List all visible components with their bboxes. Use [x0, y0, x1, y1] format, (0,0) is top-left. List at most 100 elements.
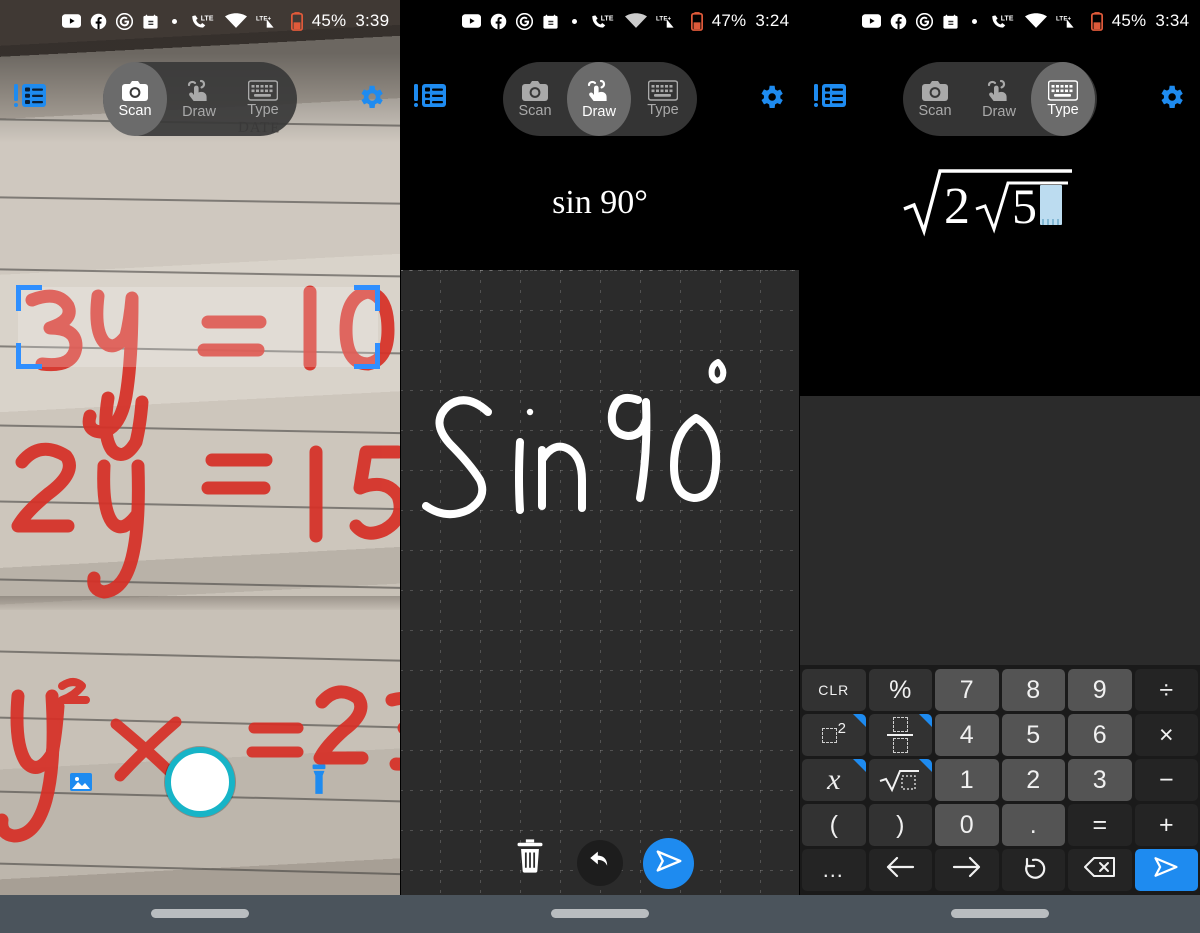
screenshot-root: DATE LTE LTE+ 45% 3:39 [0, 0, 1200, 933]
clear-key[interactable]: CLR [802, 669, 866, 711]
history-list-icon[interactable] [414, 80, 448, 112]
clock: 3:24 [755, 11, 790, 30]
gesture-pill-2[interactable] [551, 909, 649, 918]
scan-crop-frame[interactable] [16, 285, 380, 369]
multiply-key[interactable]: × [1134, 714, 1198, 756]
more-key[interactable]: … [802, 849, 866, 891]
square-root-key[interactable] [868, 759, 932, 801]
key-2[interactable]: 2 [1001, 759, 1065, 801]
mode-draw[interactable]: Draw [567, 62, 631, 136]
wifi-icon [224, 13, 247, 29]
mode-draw-label: Draw [982, 103, 1016, 120]
app-icon [942, 13, 959, 30]
cursor-left-key[interactable] [868, 849, 932, 891]
google-icon [515, 12, 533, 30]
trash-icon[interactable] [513, 838, 547, 875]
long-press-badge-icon [919, 759, 932, 772]
backspace-icon [1083, 856, 1116, 885]
keyboard-icon [1048, 80, 1078, 102]
mode-scan[interactable]: Scan [503, 62, 567, 136]
open-paren-key[interactable]: ( [802, 804, 866, 846]
mode-type[interactable]: Type [1031, 62, 1095, 136]
close-paren-key[interactable]: ) [868, 804, 932, 846]
gesture-pill-3[interactable] [951, 909, 1049, 918]
crop-corner-bottom-left[interactable] [16, 343, 42, 369]
minus-key[interactable]: − [1134, 759, 1198, 801]
key-9[interactable]: 9 [1068, 669, 1132, 711]
lte-call-icon: LTE [990, 13, 1016, 30]
mode-type[interactable]: Type [631, 62, 695, 136]
crop-corner-top-right[interactable] [354, 285, 380, 311]
hand-draw-icon [185, 79, 213, 103]
key-4[interactable]: 4 [935, 714, 999, 756]
app-icon [142, 13, 159, 30]
send-icon [654, 846, 684, 881]
key-0[interactable]: 0 [935, 804, 999, 846]
battery-icon [690, 11, 703, 31]
fraction-key[interactable] [868, 714, 932, 756]
key-5[interactable]: 5 [1001, 714, 1065, 756]
crop-corner-top-left[interactable] [16, 285, 42, 311]
svg-text:LTE+: LTE+ [656, 15, 672, 22]
battery-percent: 45% [311, 11, 347, 30]
mode-type-label: Type [247, 102, 279, 119]
undo-key[interactable] [1001, 849, 1065, 891]
typed-expression[interactable]: 2 5 [800, 136, 1200, 266]
wifi-icon [624, 13, 647, 29]
flashlight-icon[interactable] [308, 764, 330, 798]
mode-draw[interactable]: Draw [167, 62, 231, 136]
clock: 3:39 [355, 11, 390, 30]
key-3[interactable]: 3 [1068, 759, 1132, 801]
mode-draw[interactable]: Draw [967, 62, 1031, 136]
key-8[interactable]: 8 [1001, 669, 1065, 711]
percent-key[interactable]: % [868, 669, 932, 711]
submit-button[interactable] [643, 838, 694, 889]
keyboard-icon [248, 80, 278, 102]
camera-icon [521, 80, 549, 102]
plus-key[interactable]: + [1134, 804, 1198, 846]
variable-x-key[interactable]: x [802, 759, 866, 801]
mode-scan[interactable]: Scan [103, 62, 167, 136]
divide-key[interactable]: ÷ [1134, 669, 1198, 711]
backspace-key[interactable] [1068, 849, 1132, 891]
equals-key[interactable]: = [1068, 804, 1132, 846]
long-press-badge-icon [852, 714, 866, 727]
long-press-badge-icon [919, 714, 932, 727]
panel-divider [400, 0, 401, 895]
cursor-right-key[interactable] [935, 849, 999, 891]
svg-text:2: 2 [944, 178, 970, 235]
gear-icon[interactable] [356, 82, 386, 112]
android-navigation-bar [0, 895, 1200, 933]
mode-type[interactable]: Type [231, 62, 295, 136]
history-list-icon[interactable] [14, 80, 48, 112]
gallery-icon[interactable] [68, 770, 94, 794]
crop-corner-bottom-right[interactable] [354, 343, 380, 369]
submit-key[interactable] [1134, 849, 1198, 891]
undo-button[interactable] [577, 840, 623, 886]
drawing-canvas[interactable] [400, 270, 800, 895]
arrow-right-icon [952, 856, 982, 885]
gear-icon[interactable] [1156, 82, 1186, 112]
gesture-pill-1[interactable] [151, 909, 249, 918]
svg-text:LTE+: LTE+ [1056, 15, 1072, 22]
lte-plus-icon: LTE+ [656, 13, 682, 30]
mode-scan-label: Scan [918, 102, 952, 119]
key-7[interactable]: 7 [935, 669, 999, 711]
key-6[interactable]: 6 [1068, 714, 1132, 756]
battery-icon [290, 11, 303, 31]
facebook-icon [490, 13, 507, 30]
history-list-icon[interactable] [814, 80, 848, 112]
undo-arrow-icon [587, 848, 613, 879]
mode-scan[interactable]: Scan [903, 62, 967, 136]
key-1[interactable]: 1 [935, 759, 999, 801]
google-icon [115, 12, 133, 30]
decimal-key[interactable]: . [1001, 804, 1065, 846]
facebook-icon [90, 13, 107, 30]
send-icon [1151, 853, 1181, 888]
svg-text:LTE+: LTE+ [256, 15, 272, 22]
nested-radical-expression: 2 5 [903, 169, 1072, 237]
gear-icon[interactable] [756, 82, 786, 112]
shutter-button[interactable] [165, 747, 235, 817]
power-key[interactable]: 2 [802, 714, 866, 756]
camera-icon [121, 80, 149, 102]
